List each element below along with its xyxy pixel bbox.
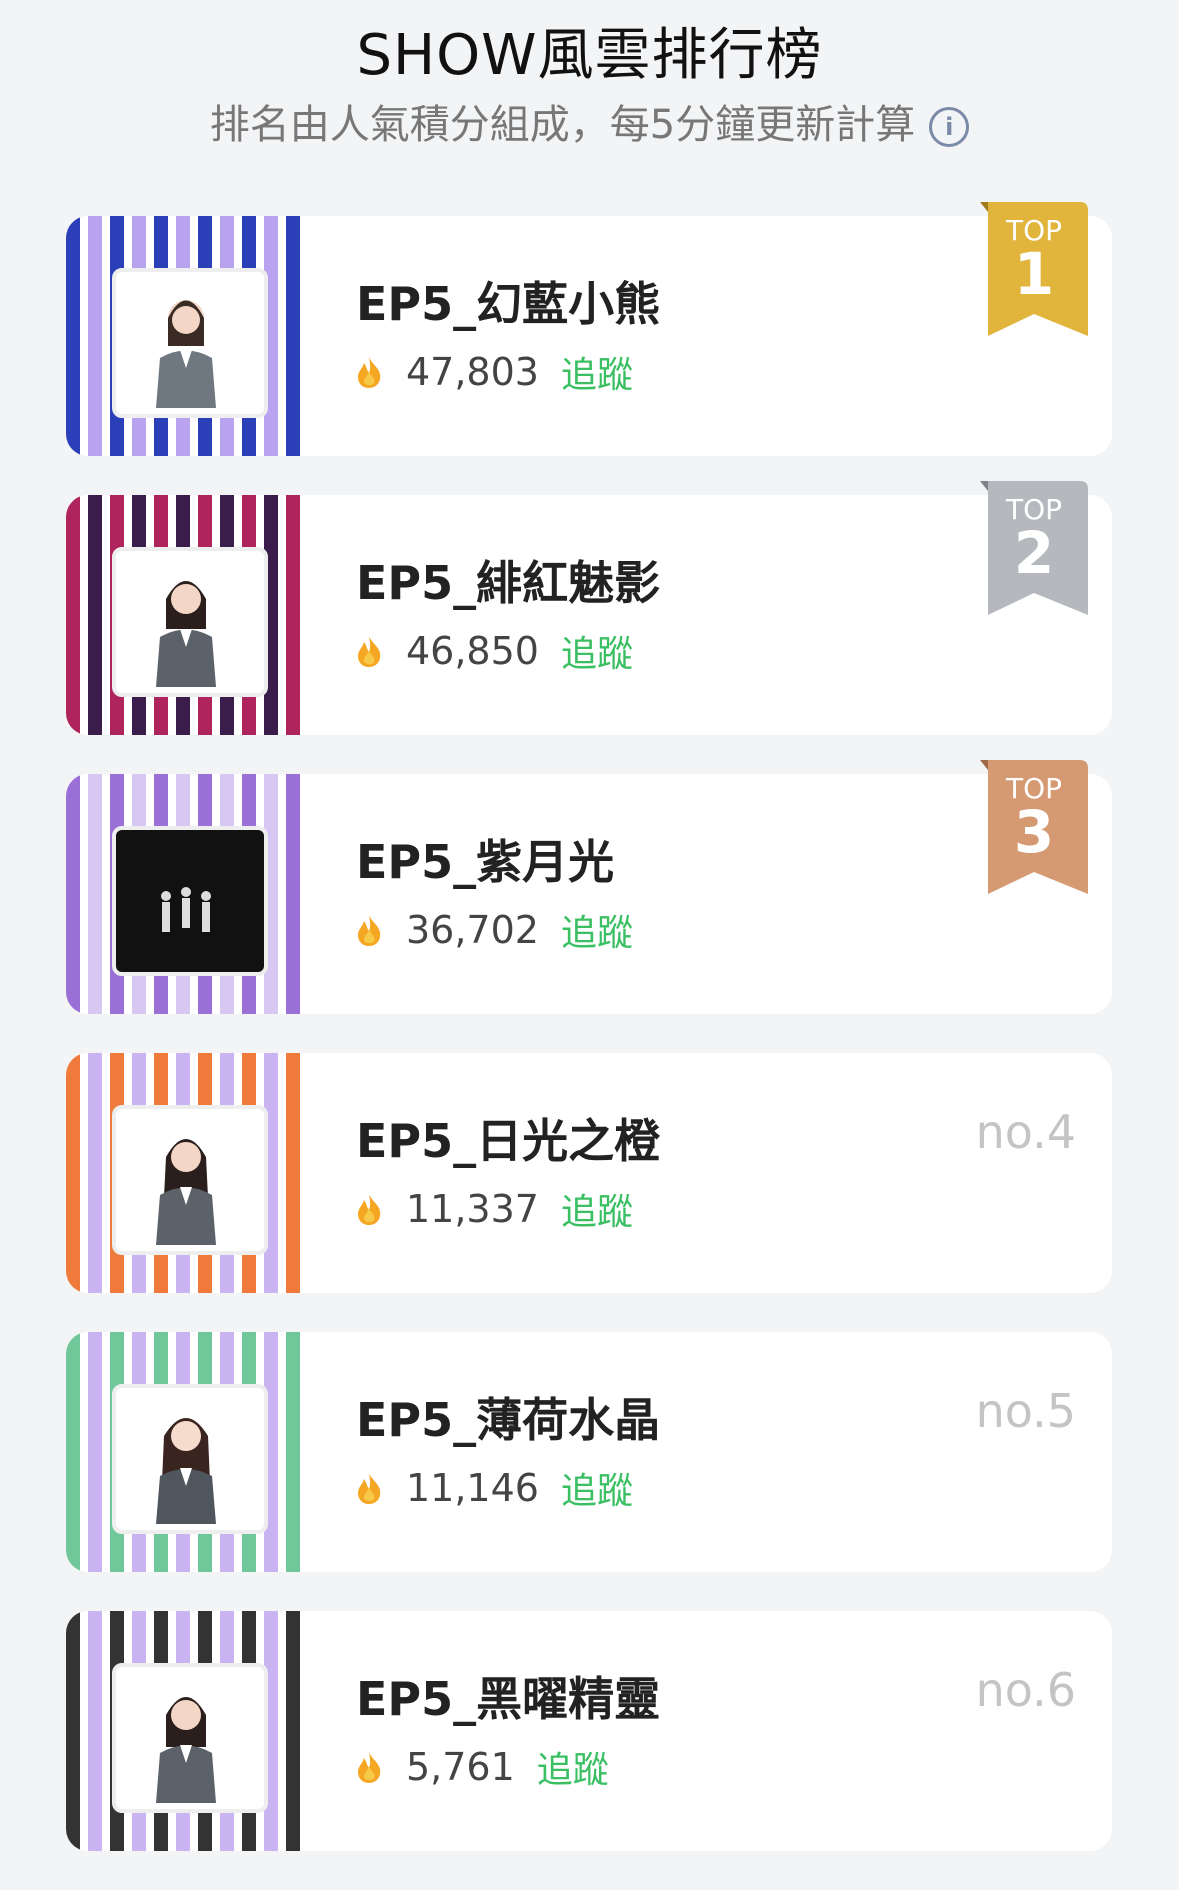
subtitle-text: 排名由人氣積分組成，每5分鐘更新計算 — [209, 102, 916, 148]
thumbnail-image[interactable] — [66, 1053, 306, 1293]
info-icon[interactable]: i — [929, 107, 970, 147]
score-row: 5,761 追蹤 — [354, 1741, 609, 1793]
score-row: 47,803 追蹤 — [354, 346, 633, 398]
fire-icon — [358, 1752, 381, 1783]
rank-badge: TOP 1 — [980, 202, 1088, 336]
score-value: 5,761 — [406, 1745, 515, 1789]
follow-button[interactable]: 追蹤 — [561, 346, 633, 398]
group-name: EP5_日光之橙 — [356, 1114, 661, 1168]
score-value: 46,850 — [406, 629, 539, 673]
follow-button[interactable]: 追蹤 — [561, 1462, 633, 1514]
group-name: EP5_緋紅魅影 — [356, 556, 661, 610]
score-value: 47,803 — [406, 350, 539, 394]
score-row: 46,850 追蹤 — [354, 625, 633, 677]
badge-number: 3 — [1013, 798, 1055, 866]
badge-number: 1 — [1013, 240, 1055, 308]
score-value: 11,146 — [406, 1466, 539, 1510]
group-name: EP5_紫月光 — [356, 835, 615, 889]
thumbnail-image[interactable] — [66, 1332, 306, 1572]
page-subtitle: 排名由人氣積分組成，每5分鐘更新計算 i — [0, 92, 1179, 150]
follow-button[interactable]: 追蹤 — [537, 1741, 609, 1793]
thumbnail-image[interactable] — [66, 495, 306, 735]
page-title: SHOW風雲排行榜 — [356, 23, 823, 88]
fire-icon — [358, 1194, 381, 1225]
score-value: 11,337 — [406, 1187, 539, 1231]
ranking-card-1[interactable]: EP5_幻藍小熊 47,803 追蹤 TOP 1 — [66, 202, 1112, 456]
score-row: 36,702 追蹤 — [354, 904, 633, 956]
group-name: EP5_黑曜精靈 — [356, 1672, 661, 1726]
rank-label: no.5 — [975, 1384, 1076, 1438]
ranking-card-4[interactable]: EP5_日光之橙 11,337 追蹤 no.4 — [66, 1053, 1112, 1293]
fire-icon — [358, 1473, 381, 1504]
follow-button[interactable]: 追蹤 — [561, 904, 633, 956]
ranking-card-6[interactable]: EP5_黑曜精靈 5,761 追蹤 no.6 — [66, 1611, 1112, 1851]
thumbnail-image[interactable] — [66, 1611, 306, 1851]
ranking-list: EP5_幻藍小熊 47,803 追蹤 TOP 1 EP5_緋紅魅影 46,850… — [66, 202, 1112, 1890]
rank-label: no.6 — [975, 1663, 1076, 1717]
rank-badge: TOP 2 — [980, 481, 1088, 615]
rank-badge: TOP 3 — [980, 760, 1088, 894]
score-row: 11,146 追蹤 — [354, 1462, 633, 1514]
rank-label: no.4 — [975, 1105, 1076, 1159]
thumbnail-image[interactable] — [66, 774, 306, 1014]
badge-number: 2 — [1013, 519, 1055, 587]
follow-button[interactable]: 追蹤 — [561, 625, 633, 677]
thumbnail-image[interactable] — [66, 216, 306, 456]
group-name: EP5_薄荷水晶 — [356, 1393, 661, 1447]
follow-button[interactable]: 追蹤 — [561, 1183, 633, 1235]
ranking-card-3[interactable]: EP5_紫月光 36,702 追蹤 TOP 3 — [66, 760, 1112, 1014]
score-row: 11,337 追蹤 — [354, 1183, 633, 1235]
group-name: EP5_幻藍小熊 — [356, 277, 661, 331]
fire-icon — [358, 357, 381, 388]
ranking-card-5[interactable]: EP5_薄荷水晶 11,146 追蹤 no.5 — [66, 1332, 1112, 1572]
fire-icon — [358, 915, 381, 946]
score-value: 36,702 — [406, 908, 539, 952]
fire-icon — [358, 636, 381, 667]
ranking-card-2[interactable]: EP5_緋紅魅影 46,850 追蹤 TOP 2 — [66, 481, 1112, 735]
